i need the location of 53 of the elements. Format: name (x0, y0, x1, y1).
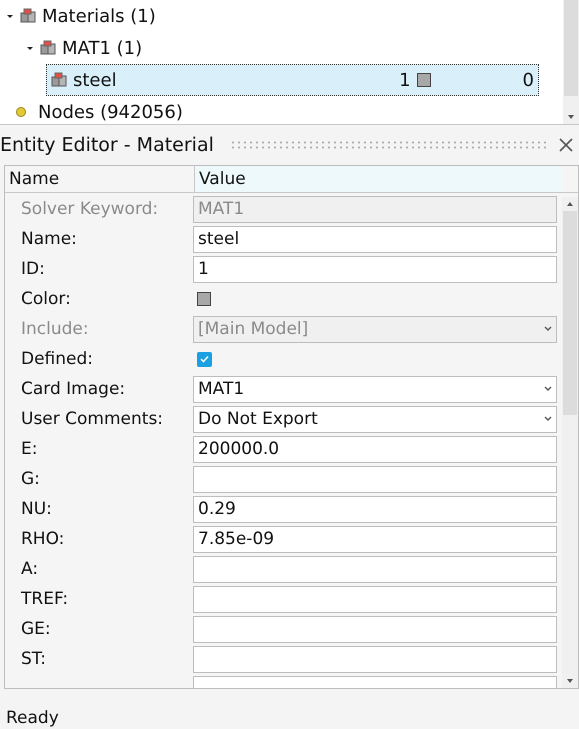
property-label: A: (20, 559, 40, 579)
property-label: Include: (20, 319, 90, 339)
dropdown[interactable]: MAT1 (193, 376, 557, 402)
property-label: NU: (20, 499, 53, 519)
checkmark-icon (200, 355, 209, 363)
node-dot-icon (16, 107, 26, 117)
id-text: 1 (399, 70, 411, 90)
text-field[interactable]: 7.85e-09 (193, 526, 557, 552)
scrollbar[interactable] (562, 197, 578, 688)
property-label: Name: (20, 229, 78, 249)
dropdown-caret-icon (544, 326, 552, 332)
dropdown-caret-icon (544, 386, 552, 392)
property-label: ID: (20, 259, 46, 279)
tree-item[interactable]: MAT1 (1) (62, 38, 142, 58)
text-field[interactable] (193, 646, 557, 672)
dropdown[interactable]: Do Not Export (193, 406, 557, 432)
text-field[interactable] (193, 616, 557, 642)
property-label: Solver Keyword: (20, 199, 160, 219)
panel-title: Entity Editor - Material (0, 134, 214, 156)
color-swatch (416, 73, 431, 87)
cube-stack-icon (40, 40, 56, 56)
color-swatch[interactable] (197, 292, 211, 306)
tree-item[interactable]: Nodes (942056) (38, 102, 183, 122)
text-field[interactable]: 200000.0 (193, 436, 557, 462)
scrollbar[interactable] (563, 0, 579, 124)
cube-stack-icon (20, 8, 36, 24)
expander-icon[interactable] (6, 12, 14, 20)
property-label: GE: (20, 619, 52, 639)
property-label: TREF: (20, 589, 70, 609)
column-header[interactable]: Value (194, 166, 562, 192)
property-label: Color: (20, 289, 72, 309)
text-field[interactable] (193, 466, 557, 492)
property-label: User Comments: (20, 409, 164, 429)
text-field[interactable] (193, 586, 557, 612)
dropdown-caret-icon (544, 416, 552, 422)
tree-item[interactable]: steel 1 0 (46, 64, 539, 96)
checkbox[interactable] (197, 352, 212, 366)
text-field[interactable]: 1 (193, 256, 557, 282)
close-button[interactable] (557, 136, 575, 154)
property-label: G: (20, 469, 41, 489)
text-field[interactable] (193, 556, 557, 582)
expander-icon[interactable] (26, 44, 34, 52)
property-label: Defined: (20, 349, 94, 369)
count-text: 0 (522, 70, 534, 90)
property-label: ST: (20, 649, 48, 669)
status-text: Ready (6, 708, 59, 728)
property-label: E: (20, 439, 38, 459)
tree-item[interactable]: Materials (1) (42, 6, 156, 26)
property-label: RHO: (20, 529, 66, 549)
cube-stack-icon (51, 72, 67, 88)
text-field[interactable]: steel (193, 226, 557, 252)
property-label: Card Image: (20, 379, 126, 399)
text-field[interactable]: 0.29 (193, 496, 557, 522)
